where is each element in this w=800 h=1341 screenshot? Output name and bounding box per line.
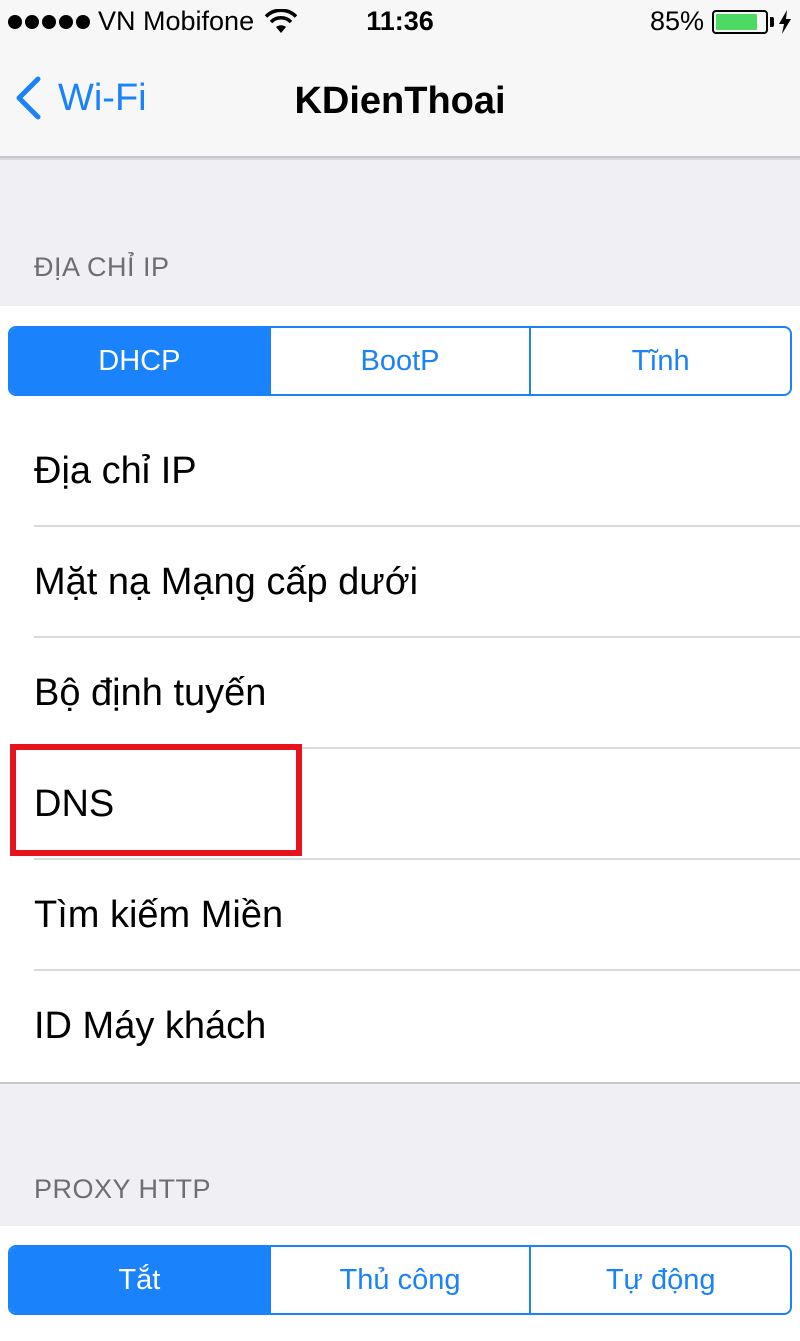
segment-static[interactable]: Tĩnh bbox=[529, 328, 790, 394]
segment-manual[interactable]: Thủ công bbox=[268, 1247, 530, 1313]
row-label: DNS bbox=[34, 783, 115, 825]
row-label: Địa chỉ IP bbox=[34, 450, 197, 492]
ip-mode-segment-container: DHCP BootP Tĩnh bbox=[0, 306, 800, 416]
row-label: Bộ định tuyến bbox=[34, 672, 267, 714]
segment-dhcp[interactable]: DHCP bbox=[10, 328, 269, 394]
navigation-bar: Wi-Fi KDienThoai bbox=[0, 44, 800, 158]
list-item-ip-address[interactable]: Địa chỉ IP bbox=[0, 416, 800, 527]
list-item-client-id[interactable]: ID Máy khách bbox=[0, 971, 800, 1082]
battery-percentage: 85% bbox=[649, 6, 704, 36]
ip-settings-list: Địa chỉ IP Mặt nạ Mạng cấp dưới Bộ định … bbox=[0, 416, 800, 1082]
segment-bootp[interactable]: BootP bbox=[268, 328, 530, 394]
list-item-dns[interactable]: DNS bbox=[0, 749, 800, 860]
row-label: ID Máy khách bbox=[34, 1005, 267, 1047]
row-label: Mặt nạ Mạng cấp dưới bbox=[34, 561, 419, 603]
ip-mode-segmented-control: DHCP BootP Tĩnh bbox=[8, 326, 792, 396]
page-title: KDienThoai bbox=[294, 80, 506, 122]
segment-auto[interactable]: Tự động bbox=[529, 1247, 790, 1313]
list-item-subnet-mask[interactable]: Mặt nạ Mạng cấp dưới bbox=[0, 527, 800, 638]
battery-nub bbox=[770, 16, 774, 27]
divider bbox=[0, 1082, 800, 1084]
segment-off[interactable]: Tắt bbox=[10, 1247, 269, 1313]
status-bar: VN Mobifone 11:36 85% bbox=[0, 0, 800, 44]
list-item-router[interactable]: Bộ định tuyến bbox=[0, 638, 800, 749]
divider bbox=[0, 158, 800, 160]
status-bar-right: 85% bbox=[650, 6, 792, 37]
proxy-mode-segmented-control: Tắt Thủ công Tự động bbox=[8, 1245, 792, 1315]
battery-icon bbox=[712, 9, 768, 34]
list-item-search-domains[interactable]: Tìm kiếm Miền bbox=[0, 860, 800, 971]
section-header-ip: ĐỊA CHỈ IP bbox=[34, 252, 170, 282]
charging-bolt-icon bbox=[779, 9, 791, 34]
proxy-mode-segment-container: Tắt Thủ công Tự động bbox=[0, 1226, 800, 1341]
row-label: Tìm kiếm Miền bbox=[34, 894, 284, 936]
battery-level bbox=[716, 13, 757, 30]
section-header-proxy: PROXY HTTP bbox=[34, 1174, 212, 1204]
